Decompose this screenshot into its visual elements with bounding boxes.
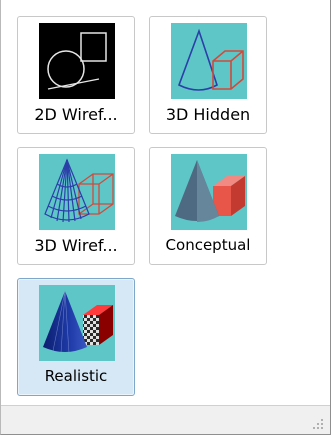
realistic-thumbnail-icon: [39, 285, 115, 361]
style-label: 3D Hidden: [165, 105, 251, 124]
visual-style-2d-wireframe[interactable]: 2D Wiref...: [17, 16, 135, 134]
visual-styles-palette: 2D Wiref... 3D Hidden 3D Wiref... Concep…: [0, 0, 331, 435]
resize-grip-icon[interactable]: [310, 415, 324, 429]
visual-style-conceptual[interactable]: Conceptual: [149, 147, 267, 265]
3d-wireframe-thumbnail-icon: [39, 154, 115, 230]
conceptual-thumbnail-icon: [171, 154, 247, 230]
style-label: Realistic: [44, 367, 108, 385]
3d-hidden-thumbnail-icon: [171, 23, 247, 99]
style-label: 2D Wiref...: [34, 105, 118, 124]
visual-style-3d-wireframe[interactable]: 3D Wiref...: [17, 147, 135, 265]
visual-style-realistic[interactable]: Realistic: [17, 278, 135, 396]
status-bar: [1, 405, 330, 434]
style-label: 3D Wiref...: [34, 236, 118, 255]
style-label: Conceptual: [165, 236, 251, 254]
visual-style-3d-hidden[interactable]: 3D Hidden: [149, 16, 267, 134]
2d-wireframe-thumbnail-icon: [39, 23, 115, 99]
